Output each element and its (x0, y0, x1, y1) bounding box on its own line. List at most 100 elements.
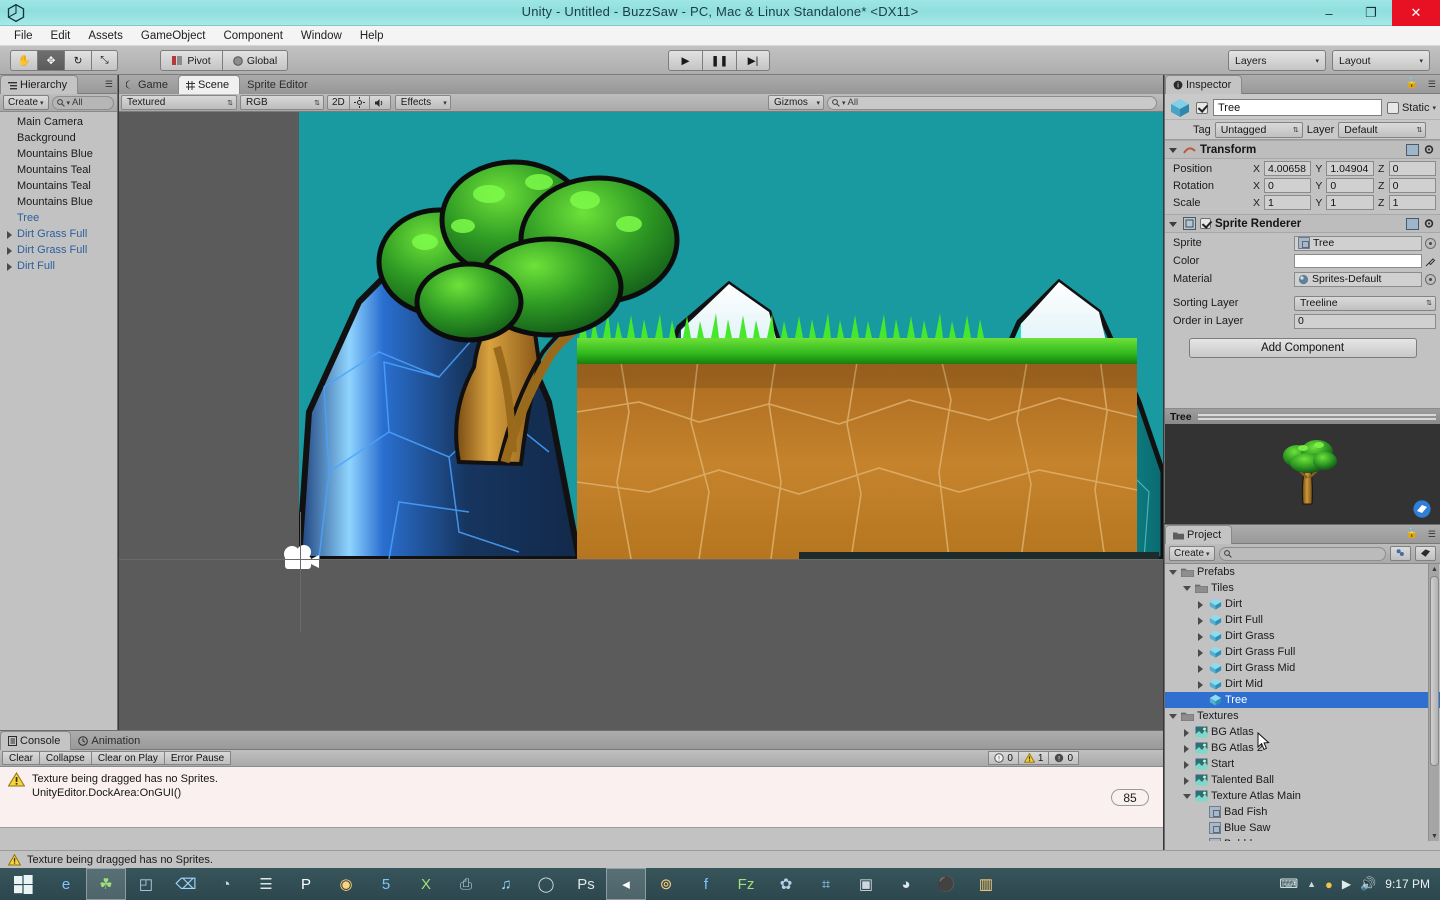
global-button[interactable]: Global (222, 50, 288, 71)
scroll-up-arrow-icon[interactable]: ▲ (1430, 564, 1439, 574)
position-y-field[interactable]: 1.04904 (1326, 161, 1374, 176)
gizmo-search-input[interactable]: ▾ All (827, 95, 1157, 110)
gear-icon[interactable] (1423, 218, 1436, 230)
menu-gameobject[interactable]: GameObject (133, 28, 214, 44)
warning-counter[interactable]: 1 (1017, 751, 1049, 765)
chevron-down-icon[interactable] (1169, 712, 1178, 721)
help-icon[interactable] (1406, 217, 1419, 230)
project-item[interactable]: Start (1165, 756, 1440, 772)
object-name-field[interactable]: Tree (1213, 99, 1382, 116)
rotation-y-field[interactable]: 0 (1326, 178, 1374, 193)
lighting-toggle-button[interactable] (349, 95, 370, 110)
windows-start-icon[interactable] (0, 868, 46, 900)
minimize-button[interactable]: – (1308, 0, 1350, 26)
tab-sprite-editor[interactable]: Sprite Editor (240, 75, 318, 94)
pivot-button[interactable]: Pivot (160, 50, 222, 71)
calculator-icon[interactable]: 5 (366, 868, 406, 900)
project-item[interactable]: BG Atlas (1165, 724, 1440, 740)
order-in-layer-field[interactable]: 0 (1294, 313, 1436, 329)
tab-animation[interactable]: Animation (71, 731, 150, 750)
notes-icon[interactable]: ☰ (246, 868, 286, 900)
chevron-right-icon[interactable] (1183, 760, 1192, 769)
chevron-down-icon[interactable]: ▾ (1432, 104, 1436, 112)
chevron-down-icon[interactable] (1169, 219, 1179, 229)
menu-assets[interactable]: Assets (80, 28, 131, 44)
project-item[interactable]: Dirt Full (1165, 612, 1440, 628)
chevron-right-icon[interactable] (1197, 680, 1206, 689)
error-counter[interactable]: ! 0 (1048, 751, 1079, 765)
visual-studio-icon[interactable]: ◰ (126, 868, 166, 900)
unity-icon[interactable]: ☘ (86, 868, 126, 900)
scale-tool-button[interactable]: ⤡ (91, 50, 118, 71)
move-tool-button[interactable]: ✥ (37, 50, 64, 71)
clear-on-play-button[interactable]: Clear on Play (90, 751, 164, 765)
chevron-right-icon[interactable] (1197, 616, 1206, 625)
layout-dropdown[interactable]: Layout ▾ (1332, 50, 1430, 71)
sorting-layer-dropdown[interactable]: Treeline ⇅ (1294, 295, 1436, 311)
color-mode-dropdown[interactable]: RGB ⇅ (240, 95, 324, 110)
project-item[interactable]: Prefabs (1165, 564, 1440, 580)
static-checkbox[interactable] (1386, 101, 1399, 114)
rotate-tool-button[interactable]: ↻ (64, 50, 91, 71)
hierarchy-search-input[interactable]: ▾ All (51, 95, 114, 110)
hierarchy-create-button[interactable]: Create ▾ (3, 95, 49, 110)
oval-app-icon[interactable]: ◯ (526, 868, 566, 900)
excel-icon[interactable]: X (406, 868, 446, 900)
gizmos-dropdown[interactable]: Gizmos ▾ (768, 95, 824, 110)
media-icon[interactable]: ♫ (486, 868, 526, 900)
hand-tool-button[interactable]: ✋ (10, 50, 37, 71)
sprite-renderer-component-header[interactable]: Sprite Renderer (1165, 214, 1440, 233)
menu-edit[interactable]: Edit (43, 28, 79, 44)
chevron-right-icon[interactable] (1197, 648, 1206, 657)
color-swatch-field[interactable] (1294, 254, 1422, 268)
project-scrollbar[interactable]: ▲ ▼ (1428, 564, 1439, 841)
chevron-right-icon[interactable] (6, 246, 15, 255)
preview-drag-handle[interactable] (1197, 413, 1436, 420)
hierarchy-item[interactable]: Mountains Teal (0, 178, 117, 194)
keyboard-icon[interactable]: ⌨ (1279, 876, 1298, 892)
scale-z-field[interactable]: 1 (1388, 195, 1436, 210)
maximize-button[interactable]: ❐ (1350, 0, 1392, 26)
shield-icon[interactable]: ● (1325, 877, 1333, 892)
tag-dropdown[interactable]: Untagged ⇅ (1214, 121, 1303, 138)
audio-toggle-button[interactable] (369, 95, 391, 110)
step-button[interactable]: ▶| (736, 50, 770, 71)
hierarchy-item[interactable]: Dirt Grass Full (0, 226, 117, 242)
printer-icon[interactable]: ⎙ (446, 868, 486, 900)
project-search-input[interactable] (1218, 546, 1386, 561)
menu-window[interactable]: Window (293, 28, 350, 44)
project-item[interactable]: Textures (1165, 708, 1440, 724)
sprite-object-field[interactable]: Tree (1294, 235, 1422, 251)
tab-hierarchy[interactable]: Hierarchy (0, 75, 79, 94)
chevron-down-icon[interactable] (1183, 584, 1192, 593)
chrome-icon[interactable]: ◉ (326, 868, 366, 900)
status-bar[interactable]: Texture being dragged has no Sprites. (0, 850, 1440, 868)
add-favorite-button[interactable] (1390, 546, 1411, 561)
chevron-right-icon[interactable] (1183, 776, 1192, 785)
facebook-icon[interactable]: f (686, 868, 726, 900)
filezilla-icon[interactable]: Fz (726, 868, 766, 900)
scroll-down-arrow-icon[interactable]: ▼ (1430, 831, 1439, 841)
code-icon[interactable]: ⌗ (806, 868, 846, 900)
static-toggle-group[interactable]: Static ▾ (1386, 101, 1436, 114)
rings-icon[interactable]: ⊚ (646, 868, 686, 900)
skype-icon[interactable]: ⚫ (926, 868, 966, 900)
tab-project[interactable]: Project (1165, 525, 1233, 544)
clear-button[interactable]: Clear (2, 751, 39, 765)
pause-button[interactable]: ❚❚ (702, 50, 736, 71)
hierarchy-item[interactable]: Dirt Grass Full (0, 242, 117, 258)
project-item[interactable]: BG Atlas 2 (1165, 740, 1440, 756)
project-scroll-thumb[interactable] (1430, 576, 1439, 766)
scale-y-field[interactable]: 1 (1326, 195, 1374, 210)
lock-icon[interactable]: 🔒 (1406, 528, 1418, 539)
chevron-right-icon[interactable] (1197, 600, 1206, 609)
lock-icon[interactable]: 🔒 (1406, 78, 1418, 89)
draw-mode-dropdown[interactable]: Textured ⇅ (121, 95, 237, 110)
menu-component[interactable]: Component (215, 28, 290, 44)
project-create-button[interactable]: Create ▾ (1169, 546, 1215, 561)
hierarchy-options-icon[interactable]: ☰ (105, 79, 113, 90)
tab-console[interactable]: Console (0, 731, 72, 750)
photoshop-icon[interactable]: Ps (566, 868, 606, 900)
show-hidden-icons-icon[interactable]: ▲ (1307, 879, 1316, 889)
console-message-row[interactable]: Texture being dragged has no Sprites. Un… (0, 767, 1163, 805)
